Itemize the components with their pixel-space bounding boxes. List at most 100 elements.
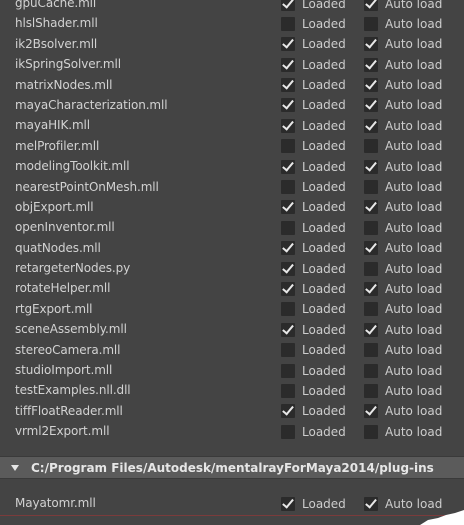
loaded-option[interactable]: Loaded (281, 57, 346, 72)
autoload-option[interactable]: Auto load (364, 261, 442, 276)
loaded-checkbox[interactable] (281, 496, 295, 511)
loaded-checkbox[interactable] (281, 78, 295, 93)
loaded-option[interactable]: Loaded (281, 200, 346, 215)
loaded-checkbox[interactable] (281, 37, 295, 52)
loaded-option[interactable]: Loaded (281, 261, 346, 276)
loaded-checkbox[interactable] (281, 159, 295, 174)
autoload-option[interactable]: Auto load (364, 16, 442, 31)
autoload-checkbox[interactable] (364, 383, 378, 398)
autoload-checkbox[interactable] (364, 343, 378, 358)
loaded-checkbox[interactable] (281, 220, 295, 235)
loaded-checkbox[interactable] (281, 180, 295, 195)
autoload-checkbox[interactable] (364, 0, 378, 11)
autoload-option[interactable]: Auto load (364, 496, 442, 511)
autoload-option[interactable]: Auto load (364, 363, 442, 378)
loaded-option[interactable]: Loaded (281, 343, 346, 358)
autoload-checkbox[interactable] (364, 98, 378, 113)
autoload-checkbox[interactable] (364, 37, 378, 52)
loaded-option[interactable]: Loaded (281, 180, 346, 195)
autoload-checkbox[interactable] (364, 322, 378, 337)
autoload-option[interactable]: Auto load (364, 241, 442, 256)
loaded-checkbox[interactable] (281, 261, 295, 276)
autoload-option[interactable]: Auto load (364, 322, 442, 337)
autoload-option[interactable]: Auto load (364, 57, 442, 72)
loaded-checkbox[interactable] (281, 57, 295, 72)
autoload-checkbox[interactable] (364, 241, 378, 256)
autoload-checkbox[interactable] (364, 302, 378, 317)
loaded-option[interactable]: Loaded (281, 159, 346, 174)
loaded-option[interactable]: Loaded (281, 241, 346, 256)
loaded-option[interactable]: Loaded (281, 383, 346, 398)
loaded-checkbox[interactable] (281, 281, 295, 296)
loaded-option[interactable]: Loaded (281, 78, 346, 93)
plugin-name: mayaHIK.mll (15, 118, 91, 133)
autoload-option[interactable]: Auto load (364, 78, 442, 93)
autoload-checkbox[interactable] (364, 118, 378, 133)
autoload-label: Auto load (385, 220, 443, 235)
loaded-checkbox[interactable] (281, 118, 295, 133)
autoload-option[interactable]: Auto load (364, 200, 442, 215)
autoload-checkbox[interactable] (364, 200, 378, 215)
autoload-option[interactable]: Auto load (364, 180, 442, 195)
loaded-option[interactable]: Loaded (281, 302, 346, 317)
autoload-checkbox[interactable] (364, 404, 378, 419)
autoload-checkbox[interactable] (364, 496, 378, 511)
autoload-option[interactable]: Auto load (364, 0, 442, 11)
autoload-option[interactable]: Auto load (364, 98, 442, 113)
autoload-checkbox[interactable] (364, 57, 378, 72)
loaded-checkbox[interactable] (281, 200, 295, 215)
autoload-option[interactable]: Auto load (364, 220, 442, 235)
loaded-option[interactable]: Loaded (281, 220, 346, 235)
autoload-checkbox[interactable] (364, 363, 378, 378)
autoload-label: Auto load (385, 383, 443, 398)
autoload-checkbox[interactable] (364, 180, 378, 195)
autoload-label: Auto load (385, 0, 443, 11)
loaded-option[interactable]: Loaded (281, 281, 346, 296)
autoload-checkbox[interactable] (364, 159, 378, 174)
autoload-checkbox[interactable] (364, 139, 378, 154)
autoload-option[interactable]: Auto load (364, 159, 442, 174)
collapse-triangle-icon[interactable] (11, 464, 19, 471)
loaded-option[interactable]: Loaded (281, 16, 346, 31)
autoload-option[interactable]: Auto load (364, 281, 442, 296)
loaded-option[interactable]: Loaded (281, 37, 346, 52)
autoload-option[interactable]: Auto load (364, 404, 442, 419)
autoload-checkbox[interactable] (364, 220, 378, 235)
loaded-checkbox[interactable] (281, 98, 295, 113)
loaded-label: Loaded (302, 37, 346, 52)
loaded-checkbox[interactable] (281, 383, 295, 398)
autoload-checkbox[interactable] (364, 424, 378, 439)
loaded-checkbox[interactable] (281, 343, 295, 358)
autoload-option[interactable]: Auto load (364, 118, 442, 133)
loaded-option[interactable]: Loaded (281, 496, 346, 511)
loaded-option[interactable]: Loaded (281, 118, 346, 133)
loaded-option[interactable]: Loaded (281, 98, 346, 113)
loaded-option[interactable]: Loaded (281, 139, 346, 154)
autoload-option[interactable]: Auto load (364, 302, 442, 317)
loaded-checkbox[interactable] (281, 322, 295, 337)
autoload-option[interactable]: Auto load (364, 37, 442, 52)
autoload-checkbox[interactable] (364, 16, 378, 31)
plugin-section-header[interactable]: C:/Program Files/Autodesk/mentalrayForMa… (0, 456, 464, 479)
loaded-checkbox[interactable] (281, 424, 295, 439)
loaded-option[interactable]: Loaded (281, 322, 346, 337)
autoload-option[interactable]: Auto load (364, 139, 442, 154)
autoload-option[interactable]: Auto load (364, 383, 442, 398)
loaded-checkbox[interactable] (281, 139, 295, 154)
loaded-option[interactable]: Loaded (281, 424, 346, 439)
loaded-option[interactable]: Loaded (281, 404, 346, 419)
loaded-label: Loaded (302, 281, 346, 296)
loaded-checkbox[interactable] (281, 404, 295, 419)
autoload-option[interactable]: Auto load (364, 343, 442, 358)
loaded-checkbox[interactable] (281, 302, 295, 317)
loaded-option[interactable]: Loaded (281, 0, 346, 11)
loaded-option[interactable]: Loaded (281, 363, 346, 378)
loaded-checkbox[interactable] (281, 363, 295, 378)
autoload-checkbox[interactable] (364, 78, 378, 93)
autoload-option[interactable]: Auto load (364, 424, 442, 439)
autoload-checkbox[interactable] (364, 281, 378, 296)
loaded-checkbox[interactable] (281, 241, 295, 256)
loaded-checkbox[interactable] (281, 0, 295, 11)
autoload-checkbox[interactable] (364, 261, 378, 276)
loaded-checkbox[interactable] (281, 16, 295, 31)
